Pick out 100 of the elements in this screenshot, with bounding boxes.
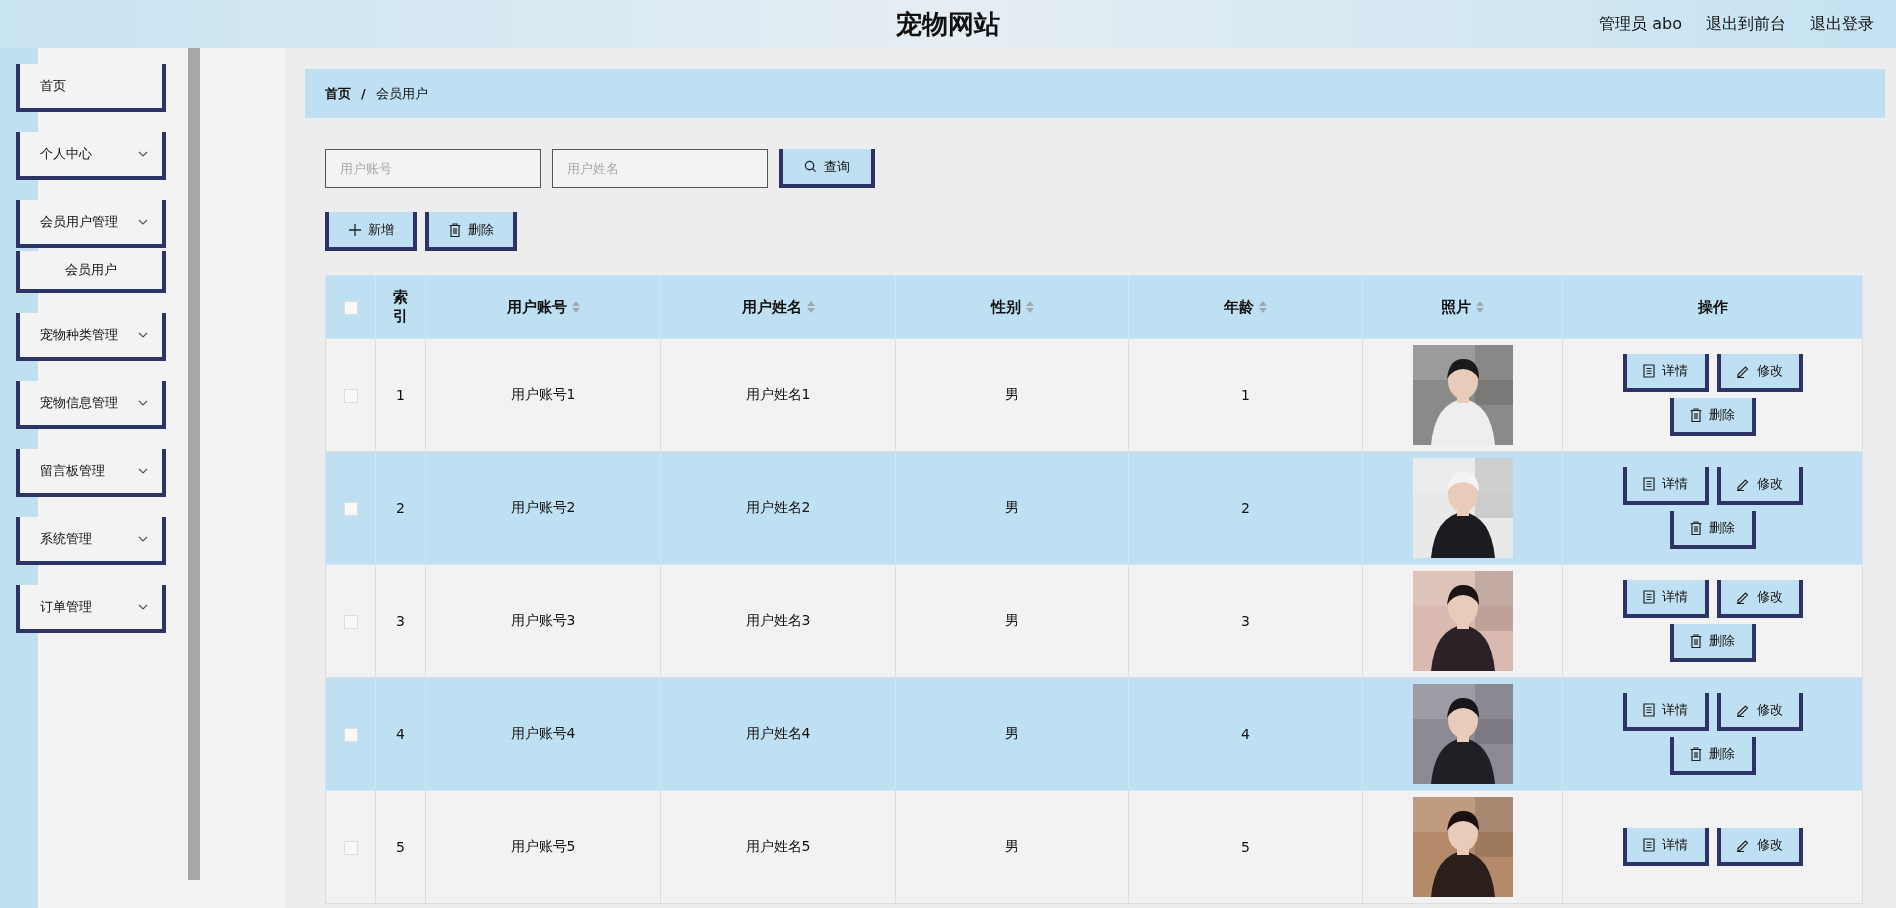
table-cell: 用户姓名1: [745, 386, 811, 402]
edit-button[interactable]: 修改: [1716, 693, 1803, 731]
table-cell: 3: [1241, 613, 1250, 629]
column-header: 操作: [1697, 297, 1728, 317]
row-checkbox[interactable]: [343, 728, 358, 742]
chevron-down-icon: [138, 536, 148, 542]
delete-button[interactable]: 删除: [1669, 624, 1756, 662]
sidebar-item[interactable]: 系统管理: [16, 517, 166, 565]
details-button[interactable]: 详情: [1622, 580, 1709, 618]
sidebar-item[interactable]: 首页: [16, 64, 166, 112]
search-field[interactable]: 用户账号: [325, 149, 541, 188]
sort-icon[interactable]: [1476, 301, 1484, 313]
sort-icon[interactable]: [1259, 301, 1267, 313]
table-cell: 5: [1241, 839, 1250, 855]
details-button[interactable]: 详情: [1622, 354, 1709, 392]
trash-icon: [1690, 521, 1702, 535]
pencil-icon: [1736, 838, 1750, 852]
sort-icon[interactable]: [571, 301, 580, 313]
document-icon: [1643, 477, 1655, 491]
table-cell: 用户账号1: [510, 386, 576, 402]
header-link[interactable]: 退出到前台: [1706, 13, 1786, 35]
search-field[interactable]: 用户姓名: [552, 149, 768, 188]
table-cell: 用户姓名4: [745, 725, 811, 741]
details-button[interactable]: 详情: [1622, 828, 1709, 866]
table-cell: 用户账号3: [510, 612, 576, 628]
table-cell: 4: [1241, 726, 1250, 742]
table-cell: 4: [396, 726, 405, 742]
chevron-down-icon: [138, 151, 148, 157]
column-header: 索引: [392, 288, 409, 326]
table-cell: 男: [1005, 386, 1019, 402]
table-cell: 2: [1241, 500, 1250, 516]
row-checkbox[interactable]: [343, 389, 358, 403]
table-cell: 用户账号2: [510, 499, 576, 515]
edit-button[interactable]: 修改: [1716, 467, 1803, 505]
sidebar-subitem[interactable]: 会员用户: [16, 251, 166, 293]
table-cell: 男: [1005, 725, 1019, 741]
sort-icon[interactable]: [806, 301, 815, 313]
sidebar-item[interactable]: 宠物种类管理: [16, 313, 166, 361]
pencil-icon: [1736, 364, 1750, 378]
edit-button[interactable]: 修改: [1716, 354, 1803, 392]
trash-icon: [448, 222, 461, 237]
delete-button[interactable]: 删除: [1669, 511, 1756, 549]
table-cell: 用户姓名5: [745, 838, 811, 854]
search-icon: [804, 160, 817, 173]
header-link[interactable]: 管理员 abo: [1599, 13, 1682, 35]
delete-button[interactable]: 删除: [1669, 737, 1756, 775]
details-button[interactable]: 详情: [1622, 467, 1709, 505]
table-cell: 男: [1005, 612, 1019, 628]
trash-icon: [1690, 408, 1702, 422]
select-all-checkbox[interactable]: [343, 300, 358, 315]
breadcrumb-item[interactable]: 首页: [325, 84, 351, 103]
delete-button[interactable]: 删除: [1669, 398, 1756, 436]
sidebar-item[interactable]: 个人中心: [16, 132, 166, 180]
sidebar-item[interactable]: 宠物信息管理: [16, 381, 166, 429]
column-header[interactable]: 用户账号: [506, 297, 567, 317]
row-checkbox[interactable]: [343, 615, 358, 629]
document-icon: [1643, 590, 1655, 604]
table-cell: 3: [396, 613, 405, 629]
scrollbar[interactable]: [188, 48, 200, 880]
details-button[interactable]: 详情: [1622, 693, 1709, 731]
edit-button[interactable]: 修改: [1716, 580, 1803, 618]
search-button[interactable]: 查询: [779, 149, 875, 188]
table-cell: 5: [396, 839, 405, 855]
column-header[interactable]: 年龄: [1224, 297, 1254, 317]
add-button[interactable]: 新增: [325, 212, 417, 251]
sort-icon[interactable]: [1025, 301, 1034, 313]
table-cell: 1: [396, 387, 405, 403]
sidebar-item[interactable]: 订单管理: [16, 585, 166, 633]
chevron-down-icon: [138, 219, 148, 225]
table-cell: 用户账号4: [510, 725, 576, 741]
trash-icon: [1690, 634, 1702, 648]
header-link[interactable]: 退出登录: [1810, 13, 1874, 35]
row-checkbox[interactable]: [343, 841, 358, 855]
table-cell: 男: [1005, 499, 1019, 515]
edit-button[interactable]: 修改: [1716, 828, 1803, 866]
pencil-icon: [1736, 703, 1750, 717]
chevron-down-icon: [138, 332, 148, 338]
pencil-icon: [1736, 477, 1750, 491]
sidebar-item[interactable]: 会员用户管理: [16, 200, 166, 248]
column-header[interactable]: 性别: [990, 297, 1021, 317]
table-cell: 用户姓名3: [745, 612, 811, 628]
row-checkbox[interactable]: [343, 502, 358, 516]
chevron-down-icon: [138, 400, 148, 406]
delete-button[interactable]: 删除: [425, 212, 517, 251]
chevron-down-icon: [138, 468, 148, 474]
table-cell: 用户账号5: [510, 838, 576, 854]
column-header[interactable]: 用户姓名: [741, 297, 802, 317]
sidebar-item[interactable]: 留言板管理: [16, 449, 166, 497]
table-cell: 男: [1005, 838, 1019, 854]
breadcrumb-item: 会员用户: [375, 84, 428, 103]
document-icon: [1643, 364, 1655, 378]
column-header[interactable]: 照片: [1441, 297, 1471, 317]
trash-icon: [1690, 747, 1702, 761]
breadcrumb-separator: /: [361, 86, 366, 101]
table-cell: 2: [396, 500, 405, 516]
pencil-icon: [1736, 590, 1750, 604]
table-cell: 用户姓名2: [745, 499, 811, 515]
plus-icon: [348, 223, 361, 236]
document-icon: [1643, 838, 1655, 852]
document-icon: [1643, 703, 1655, 717]
